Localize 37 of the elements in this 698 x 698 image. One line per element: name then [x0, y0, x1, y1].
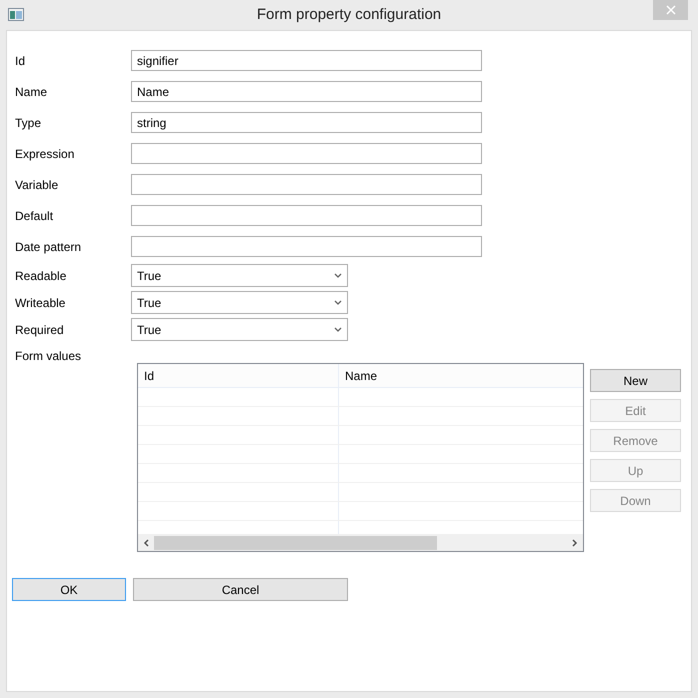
field-label: Variable [14, 176, 60, 194]
field-label: Readable [14, 268, 68, 284]
text-field[interactable]: string [131, 112, 482, 133]
scroll-right-icon [572, 538, 578, 546]
text-field[interactable] [131, 205, 482, 226]
dialog-button[interactable]: OK [12, 578, 126, 601]
field-label: Date pattern [14, 238, 82, 256]
text-field[interactable] [131, 174, 482, 195]
text-field[interactable]: Name [131, 81, 482, 102]
field-label: Name [14, 84, 48, 100]
dialog-button[interactable]: Cancel [133, 578, 348, 601]
field-label: Type [14, 114, 42, 132]
scrollbar-thumb[interactable] [154, 536, 437, 550]
scroll-left-icon [143, 538, 149, 546]
side-button[interactable]: New [590, 369, 681, 392]
horizontal-scrollbar[interactable] [138, 534, 583, 551]
field-label: Id [14, 52, 26, 70]
dropdown[interactable]: True [131, 291, 348, 314]
close-icon [666, 5, 676, 15]
text-field[interactable]: signifier [131, 50, 482, 71]
column-header[interactable]: Name [339, 364, 583, 387]
dropdown[interactable]: True [131, 318, 348, 341]
text-field[interactable] [131, 236, 482, 257]
text-field[interactable] [131, 143, 482, 164]
field-label: Default [14, 208, 54, 224]
field-label: Writeable [14, 294, 66, 312]
window-title: Form property configuration [256, 4, 442, 25]
chevron-down-icon [334, 327, 342, 332]
chevron-down-icon [334, 273, 342, 278]
dropdown[interactable]: True [131, 264, 348, 287]
window-app-icon [8, 8, 24, 21]
chevron-down-icon [334, 300, 342, 305]
field-label: Required [14, 322, 65, 338]
section-label: Form values [14, 348, 82, 365]
field-label: Expression [14, 146, 76, 162]
close-button[interactable] [653, 0, 688, 20]
column-header[interactable]: Id [138, 364, 339, 387]
